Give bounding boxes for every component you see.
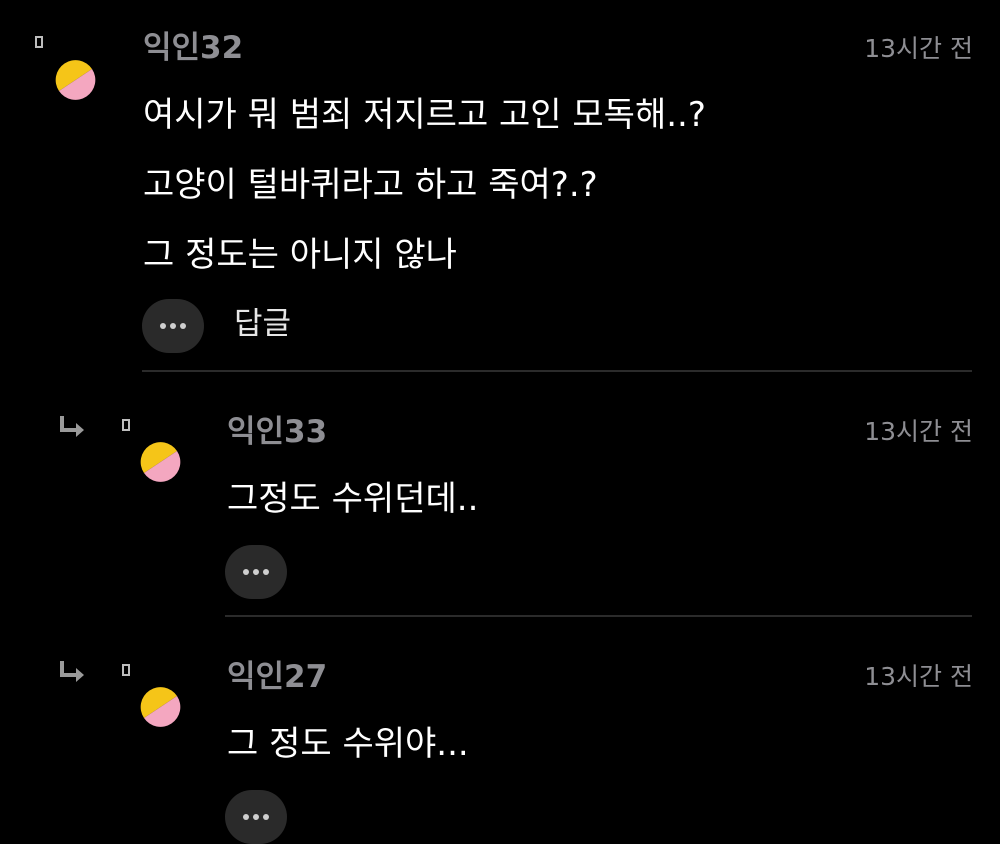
timestamp: 13시간 전 [864, 662, 973, 691]
username[interactable]: 익인32 [143, 30, 243, 66]
comment-text-line: 여시가 뭐 범죄 저지르고 고인 모독해..? [143, 95, 706, 135]
more-dots-icon [263, 569, 269, 575]
avatar-icon [140, 687, 181, 727]
more-dots-icon [253, 569, 259, 575]
more-dots-icon [243, 814, 249, 820]
more-dots-icon [180, 323, 186, 329]
more-dots-icon [263, 814, 269, 820]
more-options-button[interactable] [225, 790, 287, 844]
username[interactable]: 익인27 [227, 659, 327, 695]
avatar-icon [140, 442, 181, 482]
comment-marker-icon [122, 419, 130, 431]
more-options-button[interactable] [142, 299, 204, 353]
divider [225, 615, 972, 617]
comment-text-line: 그 정도는 아니지 않나 [143, 235, 457, 275]
more-dots-icon [160, 323, 166, 329]
comment-text-line: 그 정도 수위야... [227, 724, 469, 764]
username[interactable]: 익인33 [227, 414, 327, 450]
comment-marker-icon [35, 36, 43, 48]
reply-arrow-icon [60, 661, 84, 682]
more-dots-icon [243, 569, 249, 575]
comment-text-line: 그정도 수위던데.. [227, 479, 479, 519]
reply-arrow-icon [60, 416, 84, 437]
more-options-button[interactable] [225, 545, 287, 599]
comment-marker-icon [122, 664, 130, 676]
divider [142, 370, 972, 372]
timestamp: 13시간 전 [864, 417, 973, 446]
comment-text-line: 고양이 털바퀴라고 하고 죽여?.? [143, 165, 598, 205]
timestamp: 13시간 전 [864, 34, 973, 63]
more-dots-icon [170, 323, 176, 329]
more-dots-icon [253, 814, 259, 820]
comment-thread: { "colors": { "background": "#000000", "… [0, 0, 1000, 844]
avatar-icon [55, 60, 96, 100]
reply-button[interactable]: 답글 [234, 306, 291, 342]
